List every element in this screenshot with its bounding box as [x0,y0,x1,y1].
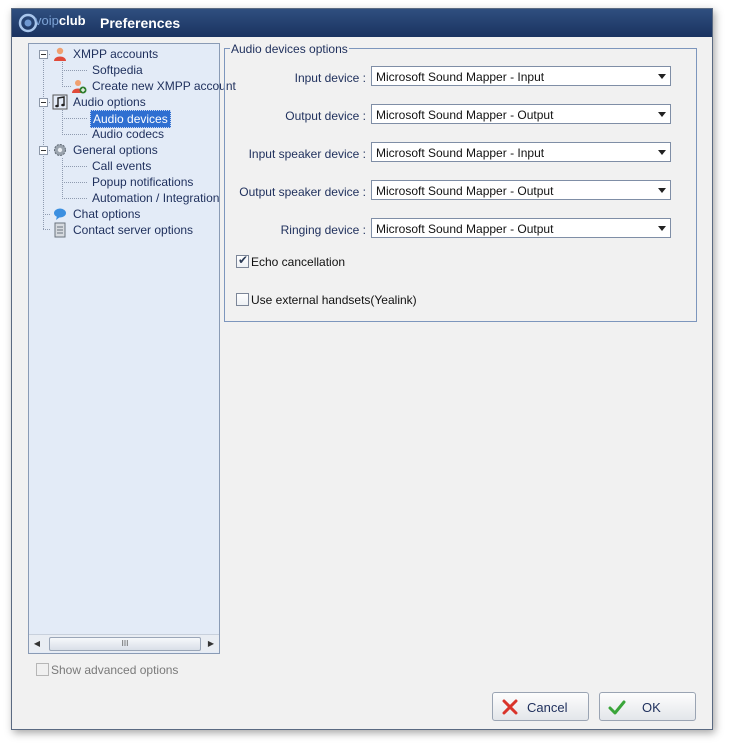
tree-item-general-options[interactable]: General options [54,142,160,158]
tree-item-label: XMPP accounts [73,47,159,61]
chevron-down-icon [658,74,666,79]
ok-checkmark-icon [608,700,626,715]
cancel-x-icon [502,699,518,715]
add-user-icon [72,80,87,94]
tree-item-label: Chat options [73,207,141,221]
output-device-select[interactable]: Microsoft Sound Mapper - Output [371,104,671,124]
output-device-label: Output device : [285,109,366,123]
tree-horizontal-scrollbar[interactable]: ◀ III ▶ [29,634,219,652]
output-speaker-device-select[interactable]: Microsoft Sound Mapper - Output [371,180,671,200]
chat-bubble-icon [54,208,66,220]
select-value: Microsoft Sound Mapper - Output [376,184,554,198]
tree-item-label: Audio codecs [92,127,165,141]
output-speaker-device-label: Output speaker device : [239,185,366,199]
options-tree[interactable]: XMPP accounts Softpedia Create new XMPP … [28,43,236,654]
echo-cancellation-checkbox[interactable]: ✔ [236,253,249,268]
ringing-device-select[interactable]: Microsoft Sound Mapper - Output [371,218,671,238]
music-note-icon [52,94,68,110]
tree-item-audio-codecs[interactable]: Audio codecs [90,126,166,142]
expander-audio-options[interactable] [39,98,48,107]
tree-item-audio-devices[interactable]: Audio devices [90,110,171,128]
scroll-left-arrow-icon[interactable]: ◀ [29,635,45,652]
tree-item-softpedia[interactable]: Softpedia [90,62,145,78]
external-handsets-label: Use external handsets(Yealink) [251,293,417,307]
input-speaker-device-select[interactable]: Microsoft Sound Mapper - Input [371,142,671,162]
select-value: Microsoft Sound Mapper - Input [376,146,545,160]
chevron-down-icon [658,150,666,155]
gear-icon [54,144,66,156]
ringing-device-label: Ringing device : [280,223,366,237]
chevron-down-icon [658,188,666,193]
echo-cancellation-label: Echo cancellation [251,255,346,269]
chevron-down-icon [658,226,666,231]
input-speaker-device-label: Input speaker device : [248,147,366,161]
tree-item-label: Audio options [73,95,146,109]
scrollbar-thumb[interactable]: III [49,637,201,651]
chevron-down-icon [658,112,666,117]
scroll-right-arrow-icon[interactable]: ▶ [203,635,219,652]
tree-item-label: Softpedia [92,63,143,77]
tree-item-label: General options [73,143,158,157]
tree-item-chat-options[interactable]: Chat options [54,206,142,222]
server-icon [54,222,66,238]
select-value: Microsoft Sound Mapper - Input [376,70,545,84]
expander-general-options[interactable] [39,146,48,155]
logo-text: voipclub [35,13,86,28]
title-bar[interactable]: voipclub Preferences [12,9,712,37]
select-value: Microsoft Sound Mapper - Output [376,222,554,236]
external-handsets-checkbox[interactable] [236,293,249,306]
tree-item-xmpp-accounts[interactable]: XMPP accounts [54,46,160,62]
ok-button[interactable]: OK [599,692,696,721]
input-device-select[interactable]: Microsoft Sound Mapper - Input [371,66,671,86]
tree-item-call-events[interactable]: Call events [90,158,153,174]
checkmark-icon: ✔ [238,253,249,267]
show-advanced-checkbox[interactable] [36,663,49,676]
select-value: Microsoft Sound Mapper - Output [376,108,554,122]
tree-item-label: Call events [92,159,152,173]
user-icon [54,47,66,61]
expander-xmpp-accounts[interactable] [39,50,48,59]
preferences-window: voipclub Preferences XMPP accounts Softp… [11,8,713,730]
input-device-label: Input device : [294,71,366,85]
show-advanced-label: Show advanced options [51,663,179,677]
ok-button-label: OK [642,700,661,715]
cancel-button-label: Cancel [527,700,568,715]
window-title: Preferences [100,15,181,31]
audio-devices-group-title: Audio devices options [230,42,349,56]
cancel-button[interactable]: Cancel [492,692,589,721]
tree-item-audio-options[interactable]: Audio options [52,94,148,110]
